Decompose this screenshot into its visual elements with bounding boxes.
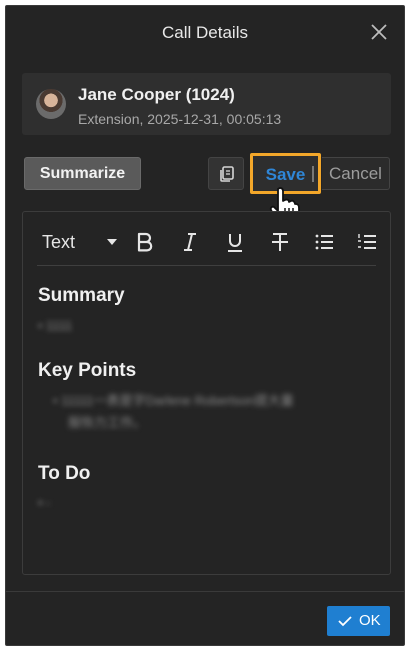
- ok-button[interactable]: OK: [327, 606, 390, 636]
- bold-icon[interactable]: [133, 230, 157, 254]
- save-label: Save: [265, 165, 306, 184]
- numbered-list-icon[interactable]: [355, 230, 379, 254]
- call-details-dialog: Call Details Jane Cooper (1024) Extensio…: [5, 5, 405, 646]
- dialog-header: Call Details: [6, 6, 404, 60]
- notes-editor[interactable]: Text Summary • 1111 Key Points • 11111一表…: [22, 211, 391, 575]
- copy-button[interactable]: [208, 157, 244, 190]
- chevron-down-icon[interactable]: [107, 239, 117, 245]
- avatar: [36, 89, 66, 119]
- close-icon[interactable]: [370, 23, 388, 41]
- dialog-title: Call Details: [162, 23, 248, 42]
- underline-icon[interactable]: [223, 230, 247, 254]
- bullet-list-icon[interactable]: [312, 230, 336, 254]
- copy-icon: [220, 166, 234, 182]
- contact-card: Jane Cooper (1024) Extension, 2025-12-31…: [22, 73, 391, 135]
- summary-heading: Summary: [38, 285, 125, 306]
- todo-text: • -: [38, 495, 51, 510]
- divider: [312, 166, 314, 182]
- dialog-footer: OK: [6, 591, 404, 647]
- contact-meta: Extension, 2025-12-31, 00:05:13: [78, 111, 282, 127]
- contact-name: Jane Cooper (1024): [78, 85, 235, 104]
- key-points-text-2: 服恢力工作。: [68, 415, 147, 430]
- editor-toolbar: Text: [37, 212, 376, 266]
- italic-icon[interactable]: [178, 230, 202, 254]
- strikethrough-icon[interactable]: [268, 230, 292, 254]
- ok-label: OK: [359, 612, 381, 629]
- summarize-button[interactable]: Summarize: [24, 157, 141, 190]
- key-points-heading: Key Points: [38, 360, 137, 381]
- cancel-button[interactable]: Cancel: [322, 157, 390, 190]
- check-icon: [338, 616, 352, 627]
- summary-text: • 1111: [38, 318, 73, 333]
- key-points-text: • 11111一表是字Darlene Robertson提大量: [53, 393, 294, 408]
- todo-heading: To Do: [38, 463, 91, 484]
- format-select[interactable]: Text: [42, 232, 75, 253]
